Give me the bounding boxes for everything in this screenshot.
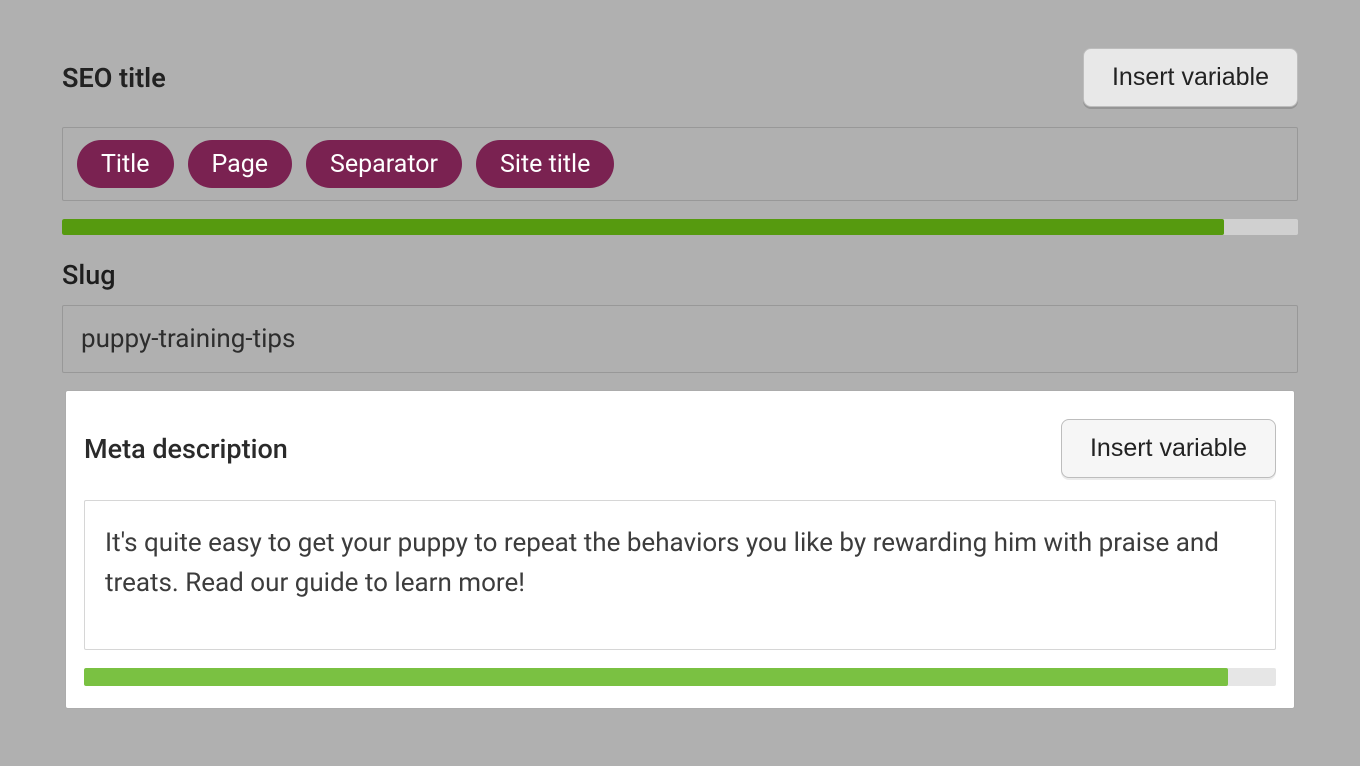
seo-title-token-field[interactable]: Title Page Separator Site title: [62, 127, 1298, 201]
seo-title-token[interactable]: Site title: [476, 140, 614, 188]
slug-section: Slug: [62, 259, 1298, 373]
meta-description-textarea[interactable]: It's quite easy to get your puppy to rep…: [84, 500, 1276, 650]
meta-description-section: Meta description Insert variable It's qu…: [66, 391, 1294, 708]
meta-description-progress-fill: [84, 668, 1228, 686]
seo-title-section: SEO title Insert variable Title Page Sep…: [44, 32, 1316, 391]
insert-variable-button-meta[interactable]: Insert variable: [1061, 419, 1276, 478]
meta-description-progress-bar: [84, 668, 1276, 686]
seo-title-progress-fill: [62, 219, 1224, 235]
slug-input[interactable]: [62, 305, 1298, 373]
meta-description-header: Meta description Insert variable: [84, 419, 1276, 478]
seo-title-token[interactable]: Page: [188, 140, 293, 188]
seo-title-token[interactable]: Separator: [306, 140, 462, 188]
seo-title-token[interactable]: Title: [77, 140, 174, 188]
slug-label: Slug: [62, 259, 1298, 291]
seo-title-label: SEO title: [62, 62, 166, 94]
seo-title-header: SEO title Insert variable: [62, 48, 1298, 107]
seo-title-progress-bar: [62, 219, 1298, 235]
insert-variable-button-seo[interactable]: Insert variable: [1083, 48, 1298, 107]
meta-description-label: Meta description: [84, 433, 288, 465]
